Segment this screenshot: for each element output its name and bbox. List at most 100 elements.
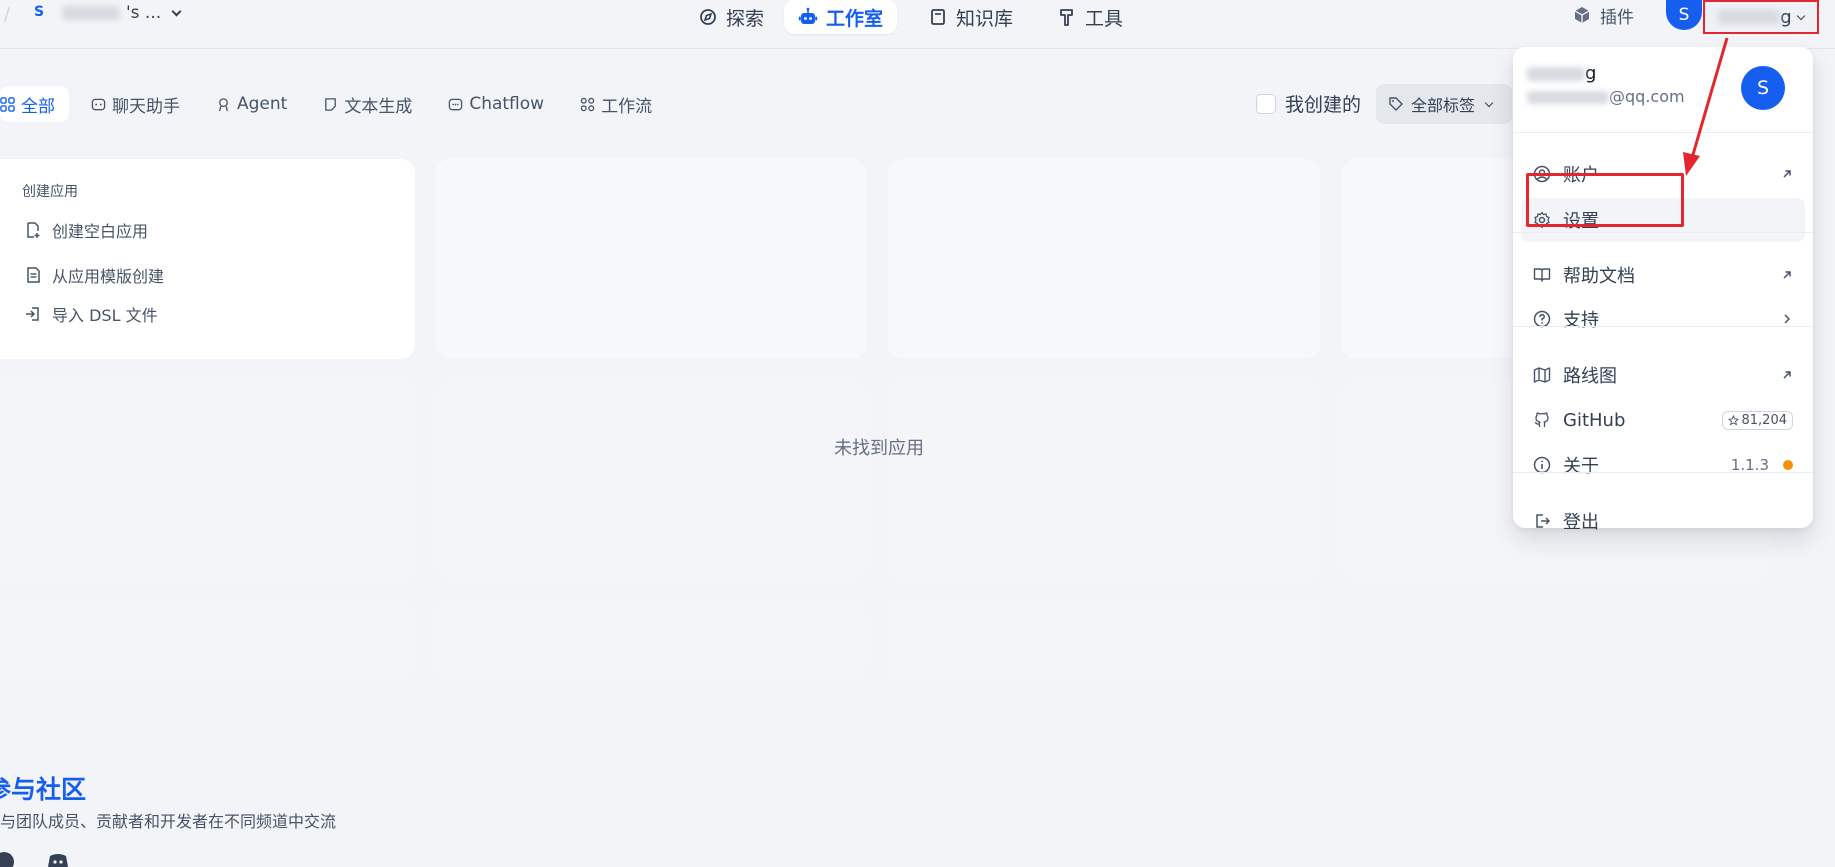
tab-text-generation[interactable]: 文本生成 [309,86,426,122]
annotation-highlight-box [1526,173,1684,227]
discord-icon[interactable] [46,850,70,867]
create-app-card: 创建应用 创建空白应用 从应用模版创建 导入 DSL 文件 [0,159,415,359]
workflow-icon [580,97,595,111]
file-plus-icon [27,222,40,238]
app-card-placeholder [888,380,1320,580]
app-card-placeholder [0,600,415,680]
tab-workflow-label: 工作流 [601,96,653,117]
github-icon[interactable] [0,850,16,867]
app-card-placeholder [1341,159,1521,359]
external-link-icon [1783,371,1791,379]
plugin-label: 插件 [1600,7,1634,28]
menu-item-roadmap[interactable]: 路线图 [1521,353,1805,397]
logout-icon [1536,514,1551,528]
user-name-visible: g [1780,6,1792,28]
workspace-avatar: S [34,4,45,20]
app-card-placeholder [436,159,867,359]
tab-agent[interactable]: Agent [202,86,301,122]
menu-item-about-label: 关于 [1563,456,1599,477]
app-card-placeholder [0,380,415,580]
menu-item-roadmap-label: 路线图 [1563,366,1617,387]
chevron-down-icon [1484,98,1494,107]
tab-agent-label: Agent [237,94,288,114]
menu-item-logout[interactable]: 登出 [1521,499,1805,543]
menu-item-github-label: GitHub [1563,409,1626,431]
import-icon [26,307,39,321]
update-dot [1783,460,1793,470]
robot-icon [798,7,818,24]
create-from-template-label: 从应用模版创建 [52,267,165,286]
chevron-down-icon [171,6,182,16]
create-from-template-button[interactable]: 从应用模版创建 [24,263,164,287]
dropdown-user-name: g [1527,63,1596,84]
tab-workflow[interactable]: 工作流 [566,86,666,122]
github-icon [1534,412,1549,427]
external-link-icon [1783,271,1791,279]
user-menu-button[interactable]: g [1703,0,1819,34]
chat-bot-icon [91,98,106,110]
tab-all[interactable]: 全部 [0,86,69,122]
app-card-placeholder [436,600,867,680]
tag-filter-select[interactable]: 全部标签 [1376,84,1512,124]
workspace-switcher[interactable]: 's ... [62,3,182,23]
github-stars-badge: 81,204 [1721,410,1793,430]
tab-all-label: 全部 [21,96,55,117]
nav-knowledge[interactable]: 知识库 [914,0,1027,34]
divider [1513,472,1813,473]
community-links [0,850,70,867]
nav-explore-label: 探索 [726,7,765,30]
user-dropdown-menu: g @qq.com S 账户 设置 帮助文档 支持 路线图 GitHub 81,… [1513,47,1813,533]
menu-item-support-label: 支持 [1563,310,1599,331]
tag-icon [1389,97,1403,111]
plugin-button[interactable]: 插件 [1572,0,1634,30]
create-blank-app-button[interactable]: 创建空白应用 [24,218,148,242]
chevron-right-icon [1784,314,1791,324]
create-app-title: 创建应用 [22,184,78,200]
breadcrumb-separator: / [4,4,11,25]
compass-icon [700,9,716,25]
menu-item-support[interactable]: 支持 [1521,297,1805,341]
menu-item-github[interactable]: GitHub 81,204 [1521,398,1805,442]
created-by-me-filter[interactable]: 我创建的 [1256,90,1361,117]
chatflow-icon [449,98,463,110]
import-dsl-button[interactable]: 导入 DSL 文件 [24,302,158,326]
user-name-redacted [1718,10,1781,24]
star-icon [1727,414,1739,425]
divider [1513,232,1813,233]
nav-studio-label: 工作室 [826,7,884,30]
created-by-me-checkbox[interactable] [1256,93,1276,114]
open-book-icon [1533,268,1551,282]
menu-item-help-docs-label: 帮助文档 [1563,266,1635,287]
app-card-placeholder [888,600,1320,680]
create-blank-app-label: 创建空白应用 [52,222,149,241]
workspace-name-redacted [62,6,120,20]
tab-chat-assistant-label: 聊天助手 [112,96,180,117]
user-name-redacted [1527,67,1585,81]
nav-tools-label: 工具 [1085,7,1124,30]
top-bar: / S 's ... 探索 工作室 知识库 工具 插件 S g [0,0,1835,49]
grid-icon [0,96,15,112]
file-text-icon [27,267,40,283]
hammer-icon [1060,9,1073,26]
nav-tools[interactable]: 工具 [1043,0,1137,34]
chevron-down-icon [1796,11,1805,20]
nav-explore[interactable]: 探索 [684,0,778,34]
user-avatar[interactable]: S [1666,0,1702,30]
dropdown-user-email: @qq.com [1527,87,1685,106]
divider [1513,326,1813,327]
menu-item-help-docs[interactable]: 帮助文档 [1521,253,1805,297]
nav-studio[interactable]: 工作室 [784,0,898,34]
nav-knowledge-label: 知识库 [956,7,1014,30]
menu-item-about[interactable]: 关于 1.1.3 [1521,443,1805,487]
tab-chatflow-label: Chatflow [469,94,545,114]
app-card-placeholder [436,380,867,580]
menu-item-logout-label: 登出 [1563,512,1599,533]
tab-chat-assistant[interactable]: 聊天助手 [77,86,194,122]
cube-icon [1574,7,1590,23]
import-dsl-label: 导入 DSL 文件 [52,306,158,325]
created-by-me-label: 我创建的 [1285,94,1362,116]
app-card-placeholder [888,159,1320,359]
email-redacted [1527,91,1609,104]
document-icon [325,97,337,111]
tab-chatflow[interactable]: Chatflow [434,86,558,122]
